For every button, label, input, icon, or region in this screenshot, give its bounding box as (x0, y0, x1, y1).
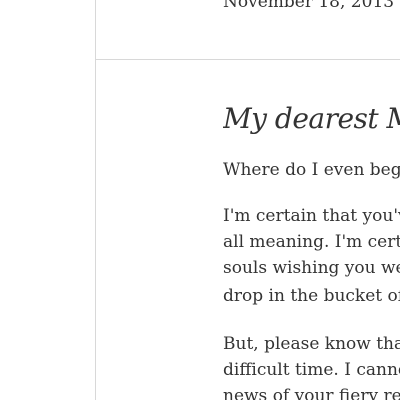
letter-salutation: My dearest M (223, 102, 400, 135)
letter-line: difficult time. I canno (223, 360, 400, 380)
vertical-divider (95, 0, 96, 400)
letter-line: Where do I even begi (223, 160, 400, 180)
letter-line: news of your fiery res (223, 386, 400, 400)
letter-line: I'm certain that you'v (223, 206, 400, 226)
letter-line: all meaning. I'm certa (223, 232, 400, 252)
letter-line: drop in the bucket of (223, 286, 400, 306)
letter-page: November 18, 2013 My dearest M Where do … (0, 0, 400, 400)
letter-line: souls wishing you wel (223, 258, 400, 278)
letter-line: But, please know that (223, 334, 400, 354)
page-margin (0, 0, 95, 400)
letter-content: November 18, 2013 My dearest M Where do … (223, 0, 400, 400)
letter-date: November 18, 2013 (223, 0, 395, 12)
